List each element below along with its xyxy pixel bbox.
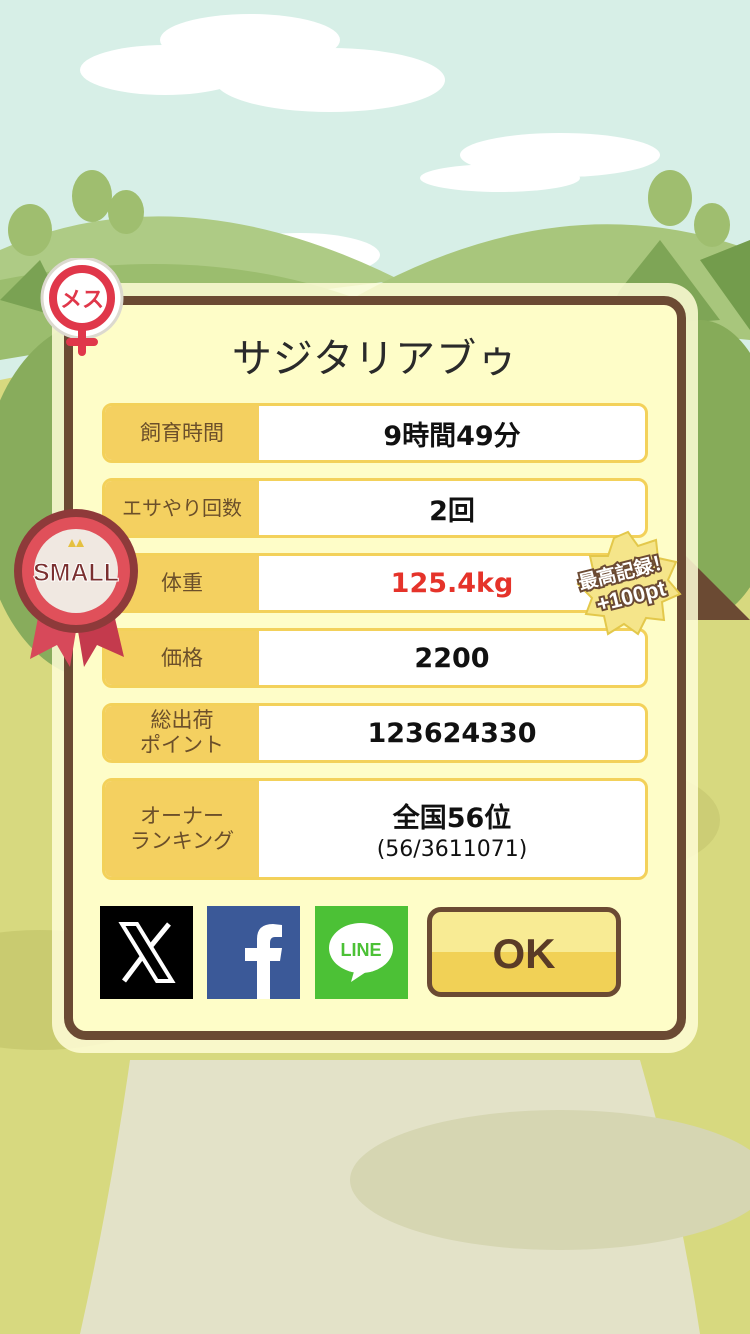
stat-value: 2200 — [414, 642, 490, 674]
stat-row-time: 飼育時間 9時間49分 — [102, 403, 648, 463]
ranking-detail: (56/3611071) — [376, 837, 528, 862]
stat-value: 全国56位 (56/3611071) — [259, 781, 645, 877]
facebook-icon — [245, 924, 282, 999]
stat-value: 2回 — [429, 495, 475, 527]
svg-text:LINE: LINE — [340, 940, 381, 960]
stat-value: 123624330 — [367, 717, 537, 749]
share-facebook-button[interactable] — [207, 906, 300, 999]
female-gender-badge: メス — [40, 258, 124, 356]
stat-label: オーナー ランキング — [105, 781, 259, 877]
stat-row-owner-ranking: オーナー ランキング 全国56位 (56/3611071) — [102, 778, 648, 880]
share-line-button[interactable]: LINE — [315, 906, 408, 999]
stat-row-feed-count: エサやり回数 2回 — [102, 478, 648, 538]
stat-label: 総出荷 ポイント — [105, 706, 259, 760]
stat-row-weight: 体重 125.4kg — [102, 553, 648, 613]
stat-label: 飼育時間 — [105, 406, 259, 460]
stat-row-price: 価格 2200 — [102, 628, 648, 688]
stat-row-shipping-points: 総出荷 ポイント 123624330 — [102, 703, 648, 763]
share-x-button[interactable] — [100, 906, 193, 999]
svg-text:SMALL: SMALL — [33, 559, 119, 587]
ranking-value: 全国56位 — [392, 803, 512, 834]
size-rosette-badge: SMALL — [14, 509, 138, 667]
svg-text:メス: メス — [60, 288, 104, 313]
x-icon — [118, 922, 176, 983]
ok-button[interactable]: OK — [427, 907, 621, 997]
pig-name: サジタリアブゥ — [231, 336, 519, 382]
ok-button-label: OK — [492, 930, 556, 977]
record-badge: 最高記録！ +100pt — [574, 530, 682, 636]
line-icon: LINE — [329, 923, 393, 982]
stat-value: 9時間49分 — [383, 420, 521, 452]
